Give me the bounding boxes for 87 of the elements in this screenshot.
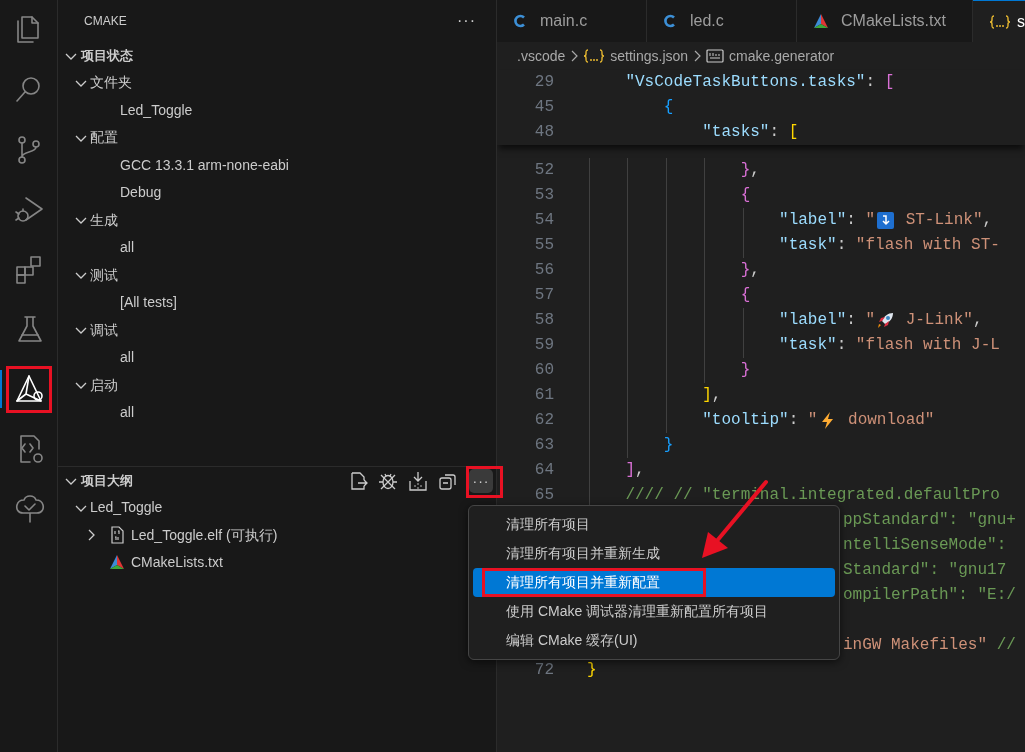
editor-tab[interactable]: led.c (647, 0, 797, 42)
cmake-logo-icon (109, 553, 127, 572)
tree-item[interactable]: GCC 13.3.1 arm-none-eabi (120, 154, 289, 176)
code-text: download" (847, 410, 935, 431)
code-text: } (739, 360, 751, 381)
tree-item[interactable]: 配置 (90, 127, 118, 149)
line-number: 52 (534, 161, 554, 179)
line-number: 53 (534, 186, 554, 204)
tree-item[interactable]: 启动 (90, 374, 118, 396)
code-text: "tasks": [ (701, 122, 799, 143)
line-number: 56 (534, 261, 554, 279)
tree-item[interactable]: Led_Toggle (120, 99, 193, 121)
code-text: ], (701, 385, 722, 406)
more-button[interactable]: ··· (457, 9, 476, 33)
tree-item[interactable]: CMakeLists.txt (131, 552, 223, 574)
code-text: "task": "flash with J-L (778, 335, 1000, 356)
line-number: 58 (534, 311, 554, 329)
c-file-icon (663, 13, 677, 29)
arrow-down-square-icon (876, 211, 896, 230)
line-number: 64 (534, 461, 554, 479)
tree-item[interactable]: all (120, 237, 134, 259)
menu-item[interactable]: 清理所有项目 (473, 510, 835, 539)
code-text: ], (624, 460, 645, 481)
code-text: }, (739, 260, 760, 281)
code-text: "VsCodeTaskButtons.tasks": [ (624, 72, 895, 93)
code-text: "label": " (778, 310, 876, 331)
tree-item[interactable]: 测试 (90, 264, 118, 286)
editor-tab[interactable]: CMakeLists.txt (797, 0, 973, 42)
menu-item[interactable]: 清理所有项目并重新配置 (473, 568, 835, 597)
line-number: 59 (534, 336, 554, 354)
code-text: ppStandard": "gnu+ (843, 510, 1016, 531)
tree-item[interactable]: Led_Toggle (90, 497, 163, 519)
menu-item[interactable]: 编辑 CMake 缓存(UI) (473, 626, 835, 655)
section-title[interactable]: 项目状态 (81, 45, 133, 66)
line-number: 61 (534, 386, 554, 404)
binary-file-icon (109, 526, 127, 545)
code-text: } (587, 660, 597, 681)
line-number: 63 (534, 436, 554, 454)
code-text: ST-Link", (904, 210, 993, 231)
line-number: 60 (534, 361, 554, 379)
code-text: J-Link", (904, 310, 983, 331)
menu-item[interactable]: 清理所有项目并重新生成 (473, 539, 835, 568)
line-number: 72 (534, 661, 554, 679)
code-text: ntelliSenseMode": (843, 535, 1007, 556)
editor-tab[interactable]: main.c (497, 0, 647, 42)
tree-item[interactable]: 生成 (90, 209, 118, 231)
tree-item[interactable]: all (120, 347, 134, 369)
line-number: 48 (534, 123, 554, 141)
tree-item[interactable]: Debug (120, 182, 162, 204)
rocket-icon (876, 311, 896, 330)
tree-item[interactable]: Led_Toggle.elf (可执行) (131, 524, 278, 546)
tree-item[interactable]: [All tests] (120, 292, 177, 314)
section-title[interactable]: 项目大纲 (81, 470, 133, 491)
code-text: } (662, 435, 674, 456)
tree-item[interactable]: 文件夹 (90, 72, 132, 94)
line-number: 57 (534, 286, 554, 304)
menu-item[interactable]: 使用 CMake 调试器清理重新配置所有项目 (473, 597, 835, 626)
install-icon[interactable] (407, 469, 429, 492)
tree-item[interactable]: 调试 (90, 319, 118, 341)
tree-item[interactable]: all (120, 402, 134, 424)
cmake-logo-icon (813, 13, 829, 29)
sidebar-title: CMAKE (84, 13, 127, 30)
text-field-icon (706, 48, 725, 64)
line-number: 54 (534, 211, 554, 229)
more-actions-button[interactable]: ··· (469, 468, 493, 493)
breadcrumb-item[interactable]: .vscode (517, 45, 566, 67)
json-braces-icon (989, 13, 1011, 30)
code-text: { (662, 97, 674, 118)
code-text: { (739, 285, 751, 306)
breadcrumb-item[interactable]: settings.json (610, 45, 689, 67)
line-number: 65 (534, 486, 554, 504)
line-number: 45 (534, 98, 554, 116)
code-text: }, (739, 160, 760, 181)
c-file-icon (513, 13, 527, 29)
code-text: Standard": "gnu17 (843, 560, 1007, 581)
code-text: ompilerPath": "E:/ (843, 585, 1016, 606)
line-number: 55 (534, 236, 554, 254)
editor-tab[interactable]: s (973, 0, 1025, 42)
json-braces-icon (583, 48, 606, 64)
line-number: 62 (534, 411, 554, 429)
code-text: "task": "flash with ST- (778, 235, 1000, 256)
code-text: "tooltip": " (701, 410, 818, 431)
line-number: 29 (534, 73, 554, 91)
code-text: "label": " (778, 210, 876, 231)
code-text: inGW Makefiles" // (843, 635, 1016, 656)
code-text: { (739, 185, 751, 206)
breadcrumb-item[interactable]: cmake.generator (729, 45, 835, 67)
